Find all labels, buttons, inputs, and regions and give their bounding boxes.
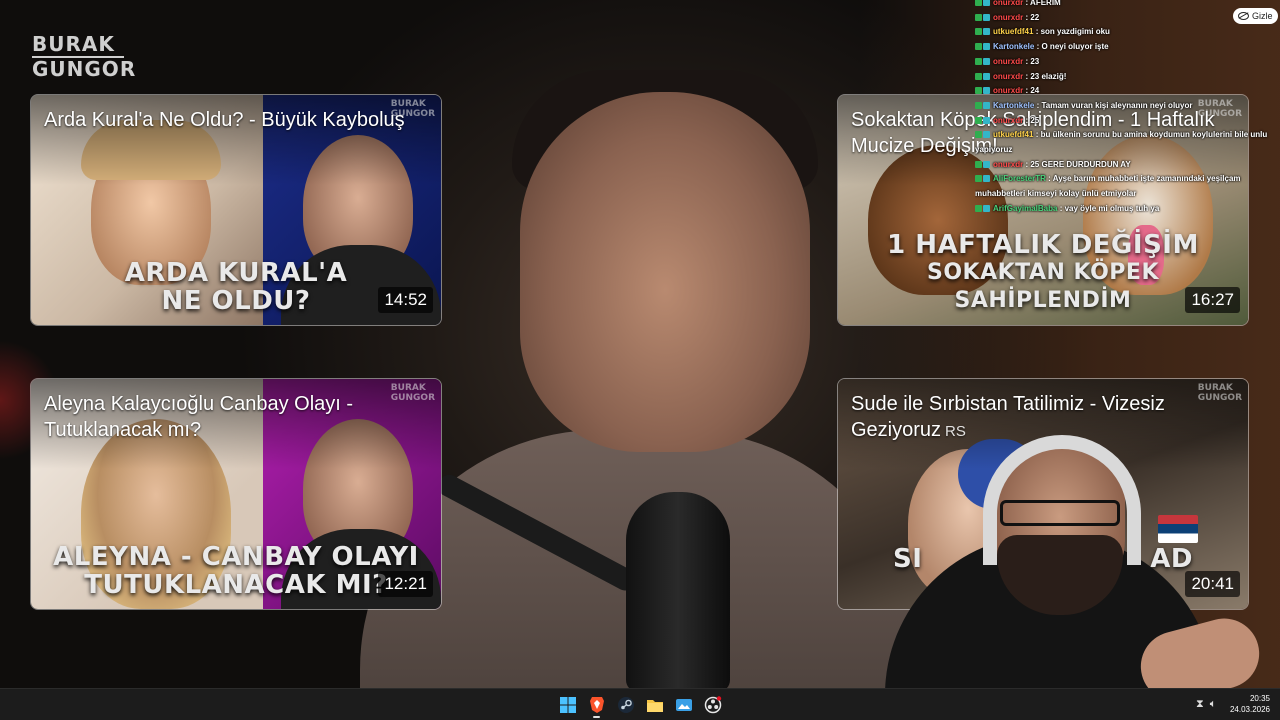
volume-icon[interactable]: 🔈︎ <box>1210 698 1217 711</box>
mod-badge-icon <box>975 28 982 36</box>
chat-text: : son yazdigimi oku <box>1035 27 1110 37</box>
chat-message: ArifGayimalBaba : vay öyle mi olmuş tuh … <box>975 202 1280 217</box>
subscriber-badge-icon <box>983 175 990 183</box>
chat-text: : 23 elaziğ! <box>1025 71 1067 81</box>
file-explorer-icon[interactable] <box>643 693 666 716</box>
chat-message: AliForesterTR : Ayşe barım muhabbeti işt… <box>975 172 1277 201</box>
mod-badge-icon <box>975 57 982 65</box>
video-duration: 12:21 <box>378 571 433 597</box>
chat-username: onurxdr <box>993 12 1024 22</box>
chat-username: Kartonkele <box>993 42 1035 52</box>
subscriber-badge-icon <box>983 116 990 124</box>
subscriber-badge-icon <box>983 13 990 21</box>
chat-text: : 25 GERE DURDURDUN AY <box>1025 159 1131 169</box>
chat-username: onurxdr <box>993 115 1024 125</box>
subscriber-badge-icon <box>983 160 990 168</box>
chat-username: onurxdr <box>993 159 1024 169</box>
chat-message: Kartonkele : Tamam vuran kişi aleynanın … <box>975 99 1280 114</box>
host-face <box>520 92 810 452</box>
mod-badge-icon <box>975 204 982 212</box>
streamer-webcam <box>845 435 1280 688</box>
chat-message: utkuefdf41 : bu ülkenin sorunu bu amina … <box>975 128 1277 157</box>
end-screen-video-card-3[interactable]: BURAK GUNGOR Aleyna Kalaycıoğlu Canbay Ol… <box>30 378 442 610</box>
obs-icon[interactable] <box>701 693 724 716</box>
subscriber-badge-icon <box>983 204 990 212</box>
chat-username: onurxdr <box>993 56 1024 66</box>
chat-text: : Tamam vuran kişi aleynanın neyi oluyor <box>1036 100 1193 110</box>
video-duration: 16:27 <box>1185 287 1240 313</box>
chat-message: utkuefdf41 : son yazdigimi oku <box>975 25 1280 40</box>
photos-icon[interactable] <box>672 693 695 716</box>
chat-text: : O neyi oluyor işte <box>1036 42 1109 52</box>
subscriber-badge-icon <box>983 87 990 95</box>
mod-badge-icon <box>975 72 982 80</box>
system-tray: ⧗ 🔈︎ <box>1196 698 1216 711</box>
chat-username: onurxdr <box>993 71 1024 81</box>
mod-badge-icon <box>975 13 982 21</box>
taskbar-apps <box>556 693 724 718</box>
chat-text: : 22 <box>1025 12 1040 22</box>
mod-badge-icon <box>975 160 982 168</box>
windows-start-icon[interactable] <box>556 693 579 716</box>
steam-icon[interactable] <box>614 693 637 716</box>
video-title: Aleyna Kalaycıoğlu Canbay Olayı - Tutukl… <box>44 393 354 441</box>
microphone <box>626 492 730 688</box>
clock-time: 20:35 <box>1249 694 1270 703</box>
chat-message: onurxdr : 25 GERE DURDURDUN AY <box>975 158 1280 173</box>
end-screen-video-card-1[interactable]: BURAK GUNGOR Arda Kural'a Ne Oldu? - Büyü… <box>30 94 442 326</box>
video-duration: 14:52 <box>378 287 433 313</box>
chat-message: onurxdr : 25 <box>975 114 1280 129</box>
chat-text: : 25 <box>1025 115 1040 125</box>
chat-username: onurxdr <box>993 0 1024 7</box>
chat-text: : 24 <box>1025 86 1040 96</box>
subscriber-badge-icon <box>983 57 990 65</box>
chat-message: onurxdr : 24 <box>975 84 1280 99</box>
chat-username: utkuefdf41 <box>993 27 1034 37</box>
chat-username: onurxdr <box>993 86 1024 96</box>
taskbar-clock[interactable]: 20:35 24.03.2026 <box>1230 693 1270 715</box>
mod-badge-icon <box>975 101 982 109</box>
chat-username: ArifGayimalBaba <box>993 203 1058 213</box>
subscriber-badge-icon <box>983 72 990 80</box>
logo-line-1: BURAK <box>32 33 124 58</box>
brave-browser-icon[interactable] <box>585 693 608 718</box>
hide-chat-button[interactable]: Gizle <box>1233 8 1278 24</box>
chat-text: : vay öyle mi olmuş tuh ya <box>1059 203 1160 213</box>
chat-message: Kartonkele : O neyi oluyor işte <box>975 40 1280 55</box>
subscriber-badge-icon <box>983 43 990 51</box>
chat-message: onurxdr : 23 elaziğ! <box>975 70 1280 85</box>
subscriber-badge-icon <box>983 0 990 6</box>
mod-badge-icon <box>975 175 982 183</box>
mod-badge-icon <box>975 87 982 95</box>
chat-text: : AFERIM <box>1025 0 1061 7</box>
eye-off-icon <box>1238 12 1249 20</box>
network-icon[interactable]: ⧗ <box>1196 698 1204 711</box>
subscriber-badge-icon <box>983 28 990 36</box>
clock-date: 24.03.2026 <box>1229 705 1270 714</box>
subscriber-badge-icon <box>983 101 990 109</box>
chat-text: : 23 <box>1025 56 1040 66</box>
mod-badge-icon <box>975 0 982 6</box>
headset <box>983 435 1141 565</box>
chat-username: utkuefdf41 <box>993 130 1034 140</box>
chat-message: onurxdr : 23 <box>975 55 1280 70</box>
taskbar: ⧗ 🔈︎ 20:35 24.03.2026 <box>0 688 1280 720</box>
channel-logo: BURAK GUNGOR <box>32 33 137 83</box>
mod-badge-icon <box>975 131 982 139</box>
logo-line-2: GUNGOR <box>32 57 137 81</box>
subscriber-badge-icon <box>983 131 990 139</box>
mod-badge-icon <box>975 116 982 124</box>
chat-message: onurxdr : AFERIM <box>975 0 1280 11</box>
mod-badge-icon <box>975 43 982 51</box>
hide-chat-label: Gizle <box>1252 11 1273 21</box>
chat-username: AliForesterTR <box>993 174 1046 184</box>
chat-username: Kartonkele <box>993 100 1035 110</box>
chat-overlay: onurxdr : AFERIM onurxdr : 22 utkuefdf41 :… <box>975 0 1280 217</box>
video-title: Arda Kural'a Ne Oldu? - Büyük Kayboluş <box>44 109 405 131</box>
